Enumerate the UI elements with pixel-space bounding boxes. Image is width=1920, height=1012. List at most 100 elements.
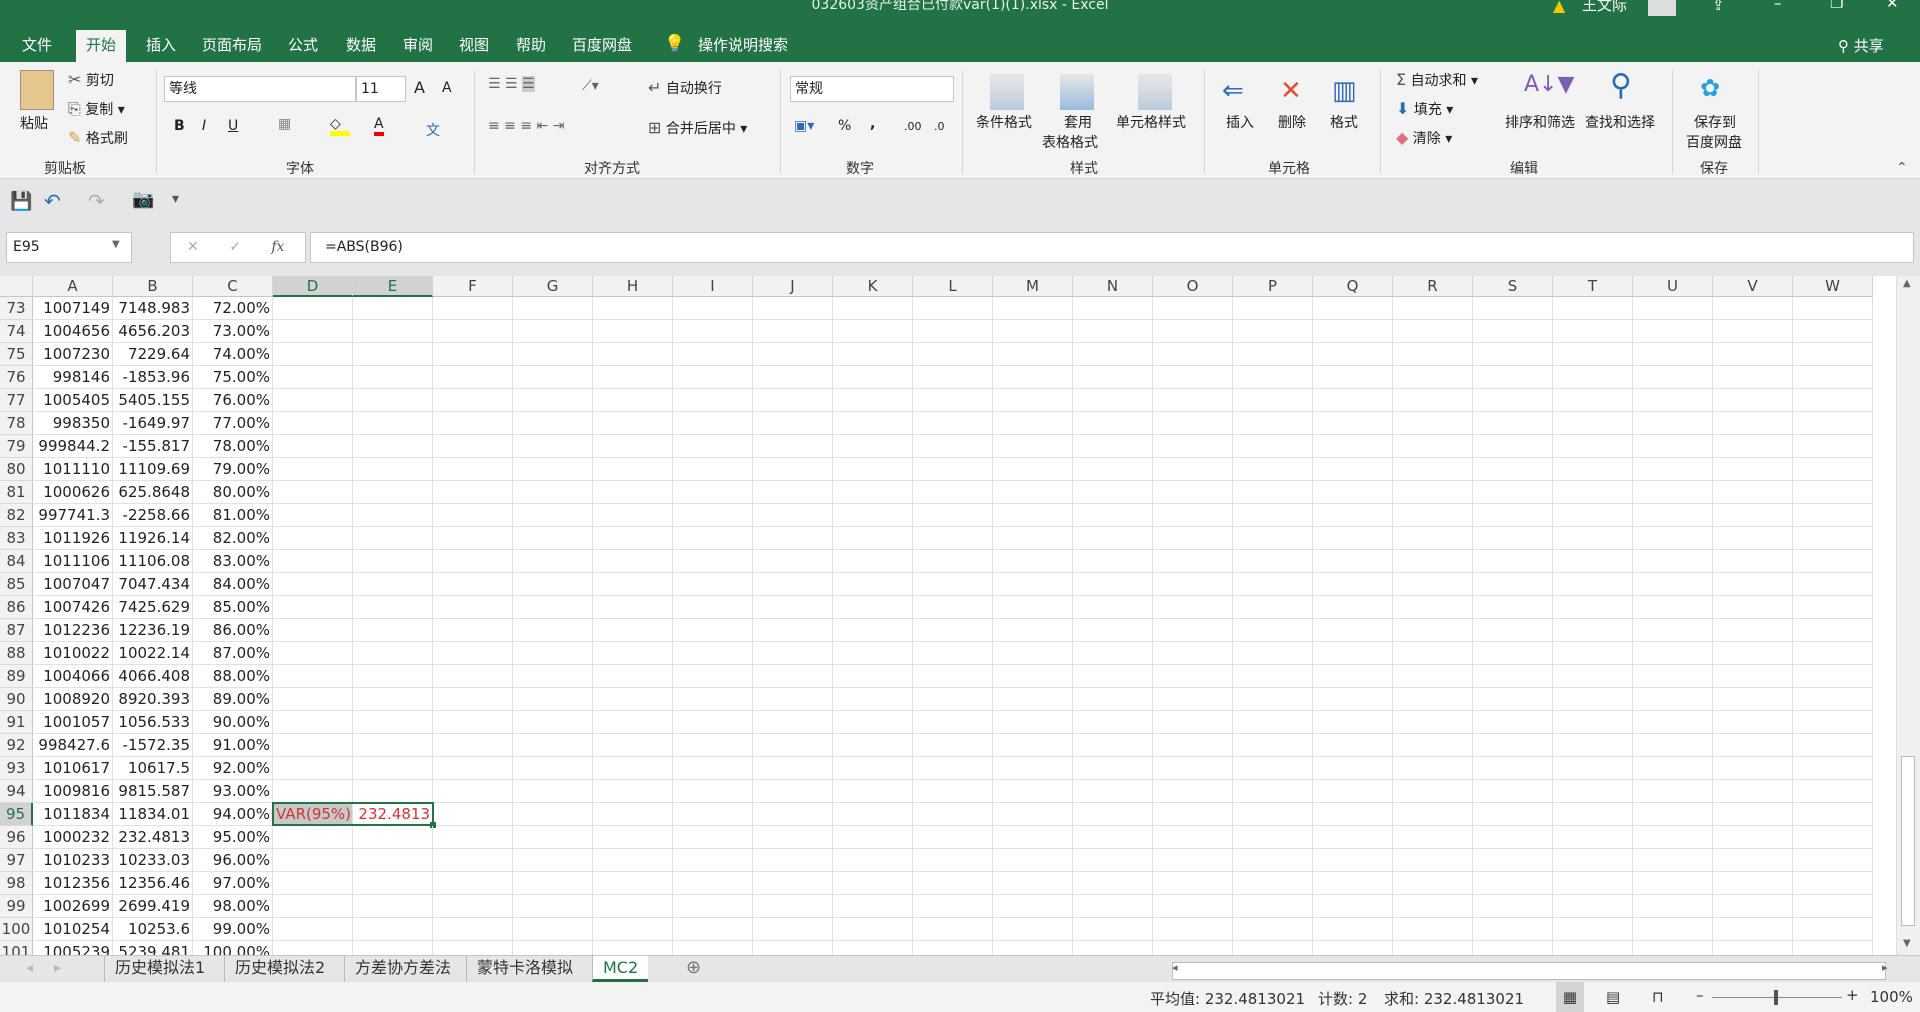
insert-function-button[interactable]: fx: [271, 239, 284, 255]
row-header[interactable]: 79: [0, 435, 33, 458]
cell-H77[interactable]: [593, 389, 673, 412]
cell-C100[interactable]: 99.00%: [193, 918, 273, 941]
insert-cells-button[interactable]: 插入: [1226, 112, 1254, 132]
cell-F83[interactable]: [433, 527, 513, 550]
cell-D96[interactable]: [273, 826, 353, 849]
column-header[interactable]: K: [833, 276, 913, 297]
zoom-level[interactable]: 100%: [1870, 988, 1913, 1006]
cell-E81[interactable]: [353, 481, 433, 504]
cell-O92[interactable]: [1153, 734, 1233, 757]
cell-T75[interactable]: [1553, 343, 1633, 366]
cell-V98[interactable]: [1713, 872, 1793, 895]
cell-M79[interactable]: [993, 435, 1073, 458]
cell-S94[interactable]: [1473, 780, 1553, 803]
zoom-slider-thumb[interactable]: [1774, 990, 1778, 1005]
cell-I78[interactable]: [673, 412, 753, 435]
paste-button[interactable]: 粘贴: [20, 113, 48, 133]
cell-P82[interactable]: [1233, 504, 1313, 527]
cell-T85[interactable]: [1553, 573, 1633, 596]
cell-S86[interactable]: [1473, 596, 1553, 619]
cell-A87[interactable]: 1012236: [33, 619, 113, 642]
cell-A83[interactable]: 1011926: [33, 527, 113, 550]
cell-T83[interactable]: [1553, 527, 1633, 550]
cell-C98[interactable]: 97.00%: [193, 872, 273, 895]
cell-N90[interactable]: [1073, 688, 1153, 711]
cell-V90[interactable]: [1713, 688, 1793, 711]
cell-A85[interactable]: 1007047: [33, 573, 113, 596]
cell-N81[interactable]: [1073, 481, 1153, 504]
cell-S92[interactable]: [1473, 734, 1553, 757]
cell-T88[interactable]: [1553, 642, 1633, 665]
cell-Q95[interactable]: [1313, 803, 1393, 826]
cell-C82[interactable]: 81.00%: [193, 504, 273, 527]
cell-M98[interactable]: [993, 872, 1073, 895]
row-header[interactable]: 99: [0, 895, 33, 918]
cell-O86[interactable]: [1153, 596, 1233, 619]
cell-D77[interactable]: [273, 389, 353, 412]
cell-B74[interactable]: 4656.203: [113, 320, 193, 343]
cell-W89[interactable]: [1793, 665, 1873, 688]
cell-E96[interactable]: [353, 826, 433, 849]
cell-O88[interactable]: [1153, 642, 1233, 665]
cell-T101[interactable]: [1553, 941, 1633, 955]
cell-U90[interactable]: [1633, 688, 1713, 711]
cell-G79[interactable]: [513, 435, 593, 458]
cell-R78[interactable]: [1393, 412, 1473, 435]
cell-F79[interactable]: [433, 435, 513, 458]
cell-O74[interactable]: [1153, 320, 1233, 343]
cell-B87[interactable]: 12236.19: [113, 619, 193, 642]
cell-E94[interactable]: [353, 780, 433, 803]
cell-C83[interactable]: 82.00%: [193, 527, 273, 550]
cell-A76[interactable]: 998146: [33, 366, 113, 389]
cell-L79[interactable]: [913, 435, 993, 458]
cell-D94[interactable]: [273, 780, 353, 803]
cell-Q77[interactable]: [1313, 389, 1393, 412]
cell-V101[interactable]: [1713, 941, 1793, 955]
cell-R76[interactable]: [1393, 366, 1473, 389]
column-header[interactable]: S: [1473, 276, 1553, 297]
row-header[interactable]: 94: [0, 780, 33, 803]
cell-U78[interactable]: [1633, 412, 1713, 435]
font-size-select[interactable]: 11: [356, 76, 406, 102]
cell-L80[interactable]: [913, 458, 993, 481]
menu-tab[interactable]: 帮助: [506, 30, 556, 62]
cell-I91[interactable]: [673, 711, 753, 734]
cell-H81[interactable]: [593, 481, 673, 504]
cell-G96[interactable]: [513, 826, 593, 849]
zoom-out-button[interactable]: –: [1696, 986, 1704, 1004]
cell-Q101[interactable]: [1313, 941, 1393, 955]
cell-O98[interactable]: [1153, 872, 1233, 895]
cell-D80[interactable]: [273, 458, 353, 481]
cell-W85[interactable]: [1793, 573, 1873, 596]
cell-O87[interactable]: [1153, 619, 1233, 642]
save-icon[interactable]: 💾: [10, 191, 32, 212]
cell-T76[interactable]: [1553, 366, 1633, 389]
scroll-left-icon[interactable]: ◂: [1172, 961, 1178, 974]
restore-button[interactable]: ❐: [1830, 0, 1843, 12]
cell-E97[interactable]: [353, 849, 433, 872]
column-header[interactable]: D: [273, 276, 353, 297]
cell-R79[interactable]: [1393, 435, 1473, 458]
cell-M96[interactable]: [993, 826, 1073, 849]
cell-E83[interactable]: [353, 527, 433, 550]
cell-D88[interactable]: [273, 642, 353, 665]
cell-I94[interactable]: [673, 780, 753, 803]
cell-K93[interactable]: [833, 757, 913, 780]
column-header[interactable]: P: [1233, 276, 1313, 297]
cell-A78[interactable]: 998350: [33, 412, 113, 435]
prev-sheet-icon[interactable]: ◂: [26, 960, 33, 976]
column-header[interactable]: E: [353, 276, 433, 297]
bold-button[interactable]: B: [174, 118, 185, 134]
cell-R84[interactable]: [1393, 550, 1473, 573]
cell-D89[interactable]: [273, 665, 353, 688]
cell-P78[interactable]: [1233, 412, 1313, 435]
cell-H83[interactable]: [593, 527, 673, 550]
cell-W84[interactable]: [1793, 550, 1873, 573]
cell-A79[interactable]: 999844.2: [33, 435, 113, 458]
cell-A95[interactable]: 1011834: [33, 803, 113, 826]
cell-N95[interactable]: [1073, 803, 1153, 826]
cell-I77[interactable]: [673, 389, 753, 412]
cell-G74[interactable]: [513, 320, 593, 343]
cell-H93[interactable]: [593, 757, 673, 780]
cell-U99[interactable]: [1633, 895, 1713, 918]
